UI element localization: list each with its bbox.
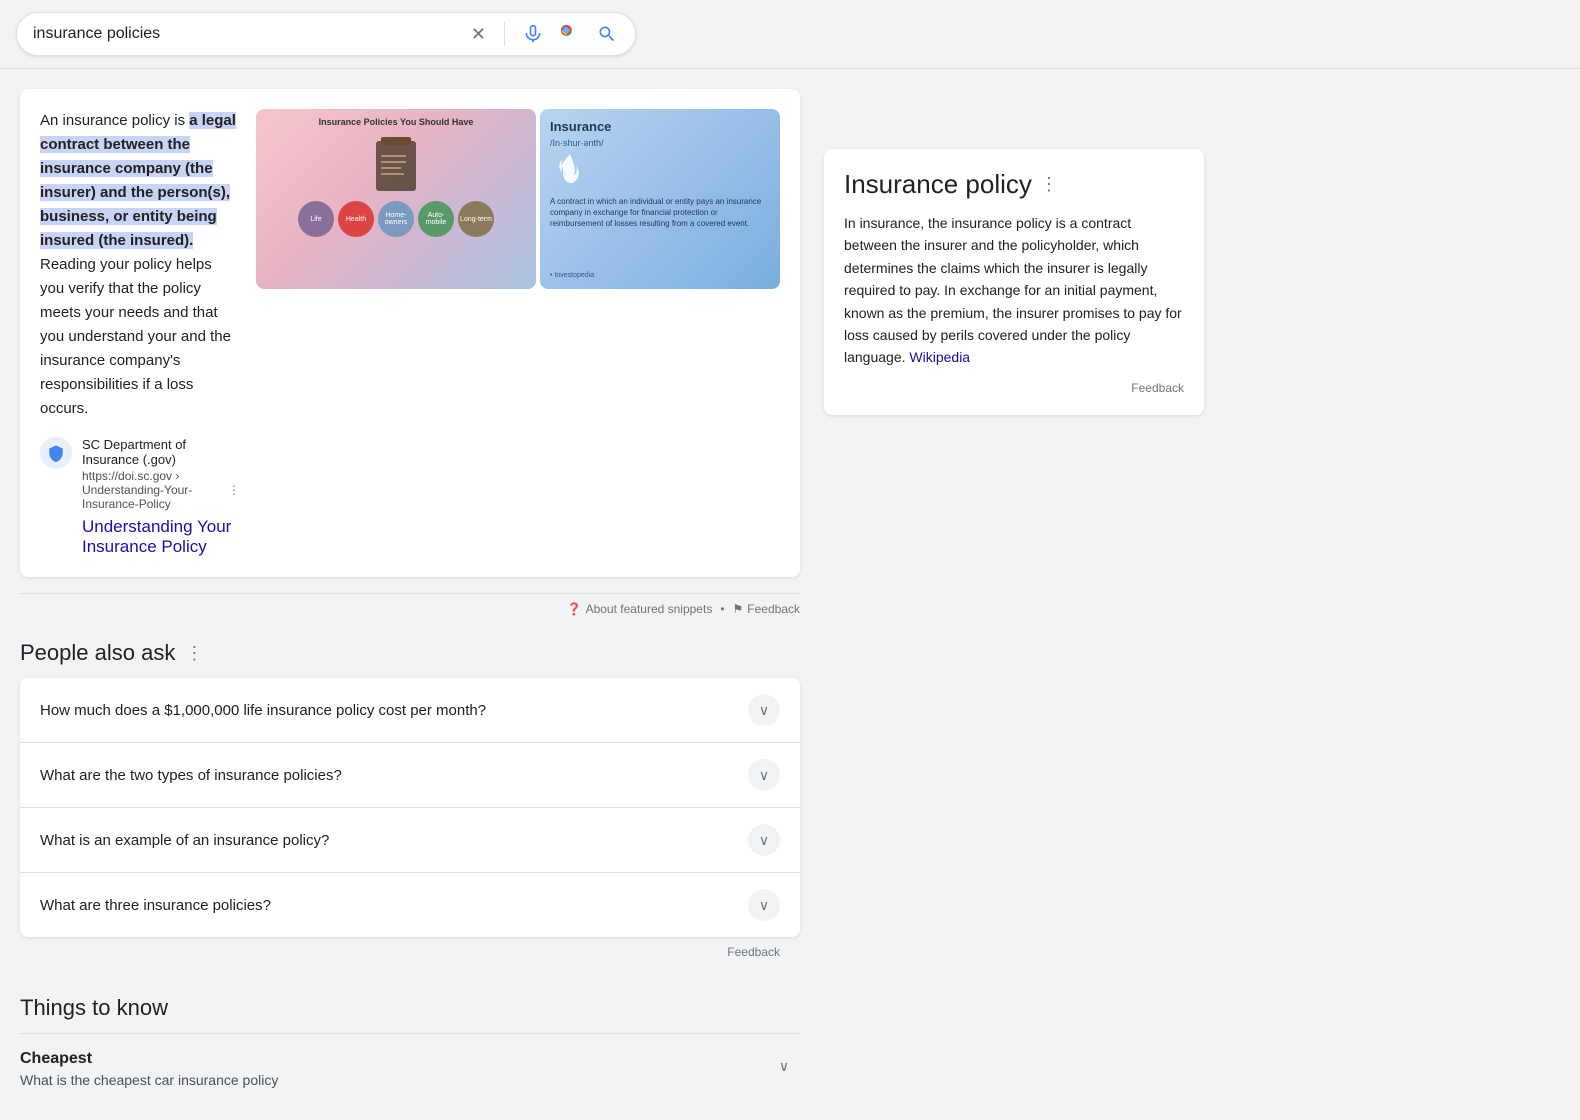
mic-icon: [523, 24, 543, 44]
snippet-images: Insurance Policies You Should Have Life …: [256, 109, 780, 557]
things-item-1-desc: What is the cheapest car insurance polic…: [20, 1072, 278, 1088]
search-divider: [504, 22, 505, 46]
source-url: https://doi.sc.gov › Understanding-Your-…: [82, 469, 240, 511]
search-bar: ✕: [16, 12, 636, 56]
circle-disability: Long-term: [458, 201, 494, 237]
things-title: Things to know: [20, 995, 800, 1021]
left-column: An insurance policy is a legal contract …: [20, 89, 800, 1104]
kp-description: In insurance, the insurance policy is a …: [844, 212, 1184, 369]
snippet-image-1[interactable]: Insurance Policies You Should Have Life …: [256, 109, 536, 289]
main-content: An insurance policy is a legal contract …: [0, 69, 1580, 1104]
right-column: Insurance policy ⋮ In insurance, the ins…: [824, 89, 1204, 1104]
things-item-1-text: Cheapest What is the cheapest car insura…: [20, 1050, 278, 1088]
paa-question-1: How much does a $1,000,000 life insuranc…: [40, 702, 486, 719]
paa-more-icon[interactable]: ⋮: [185, 643, 203, 664]
kp-more-icon[interactable]: ⋮: [1040, 174, 1058, 195]
search-bar-container: ✕: [0, 0, 1580, 69]
source-info: SC Department of Insurance (.gov) https:…: [82, 437, 240, 557]
snippet-text-area: An insurance policy is a legal contract …: [40, 109, 240, 557]
snippet-image-2-title: Insurance: [550, 119, 770, 134]
snippet-text: An insurance policy is a legal contract …: [40, 109, 240, 421]
lens-button[interactable]: [557, 21, 583, 47]
snippet-image-2[interactable]: Insurance /In·shur·ənth/ A contract in w…: [540, 109, 780, 289]
microphone-button[interactable]: [521, 22, 545, 46]
snippet-text-after: Reading your policy helps you verify tha…: [40, 256, 231, 417]
paa-chevron-1: ∨: [748, 694, 780, 726]
about-snippets-link[interactable]: ❓ About featured snippets: [567, 602, 713, 616]
snippet-image-1-title: Insurance Policies You Should Have: [319, 117, 474, 127]
search-icon: [597, 24, 617, 44]
paa-item-3[interactable]: What is an example of an insurance polic…: [20, 808, 800, 873]
source-name: SC Department of Insurance (.gov): [82, 437, 240, 467]
things-section: Things to know Cheapest What is the chea…: [20, 995, 800, 1104]
paa-container: How much does a $1,000,000 life insuranc…: [20, 678, 800, 937]
snippet-highlight: a legal contract between the insurance c…: [40, 112, 236, 249]
shield-icon: [47, 444, 65, 462]
snippet-source: SC Department of Insurance (.gov) https:…: [40, 437, 240, 557]
clipboard-icon: [366, 131, 426, 201]
feedback-icon: ⚑: [733, 602, 744, 616]
search-icons: ✕: [469, 21, 619, 47]
paa-question-3: What is an example of an insurance polic…: [40, 832, 329, 849]
paa-chevron-3: ∨: [748, 824, 780, 856]
featured-snippet: An insurance policy is a legal contract …: [20, 89, 800, 577]
knowledge-panel: Insurance policy ⋮ In insurance, the ins…: [824, 149, 1204, 415]
snippet-image-2-phonetic: /In·shur·ənth/: [550, 138, 770, 148]
paa-section-title: People also ask ⋮: [20, 640, 800, 666]
source-more-icon[interactable]: ⋮: [228, 483, 240, 497]
paa-item-2[interactable]: What are the two types of insurance poli…: [20, 743, 800, 808]
things-item-1[interactable]: Cheapest What is the cheapest car insura…: [20, 1033, 800, 1104]
snippet-image-2-source: • Investopedia: [550, 272, 770, 279]
snippet-text-before: An insurance policy is: [40, 112, 189, 129]
search-button[interactable]: [595, 22, 619, 46]
kp-wikipedia-link[interactable]: Wikipedia: [909, 349, 970, 365]
circle-homeowners: Home-owners: [378, 201, 414, 237]
source-favicon: [40, 437, 72, 469]
paa-chevron-2: ∨: [748, 759, 780, 791]
paa-item-4[interactable]: What are three insurance policies? ∨: [20, 873, 800, 937]
search-input[interactable]: [33, 25, 469, 43]
clear-button[interactable]: ✕: [469, 22, 488, 47]
circle-health: Health: [338, 201, 374, 237]
kp-title: Insurance policy ⋮: [844, 169, 1184, 200]
question-icon: ❓: [567, 602, 582, 616]
circle-auto: Auto-mobile: [418, 201, 454, 237]
footer-separator: •: [720, 602, 724, 616]
paa-question-2: What are the two types of insurance poli…: [40, 767, 342, 784]
img-circles: Life Health Home-owners Auto-mobile Long…: [298, 201, 494, 237]
snippet-image-2-text: A contract in which an individual or ent…: [550, 196, 770, 230]
lens-icon: [559, 23, 581, 45]
paa-feedback[interactable]: Feedback: [20, 937, 800, 971]
paa-question-4: What are three insurance policies?: [40, 897, 271, 914]
paa-item-1[interactable]: How much does a $1,000,000 life insuranc…: [20, 678, 800, 743]
paa-chevron-4: ∨: [748, 889, 780, 921]
snippet-footer: ❓ About featured snippets • ⚑ Feedback: [20, 593, 800, 620]
circle-life: Life: [298, 201, 334, 237]
kp-feedback[interactable]: Feedback: [844, 369, 1184, 395]
things-chevron-1: ∨: [768, 1050, 800, 1082]
things-item-1-label: Cheapest: [20, 1050, 278, 1068]
snippet-feedback-link[interactable]: ⚑ Feedback: [733, 602, 800, 616]
flame-icon: [550, 152, 590, 192]
snippet-link[interactable]: Understanding Your Insurance Policy: [82, 517, 240, 557]
